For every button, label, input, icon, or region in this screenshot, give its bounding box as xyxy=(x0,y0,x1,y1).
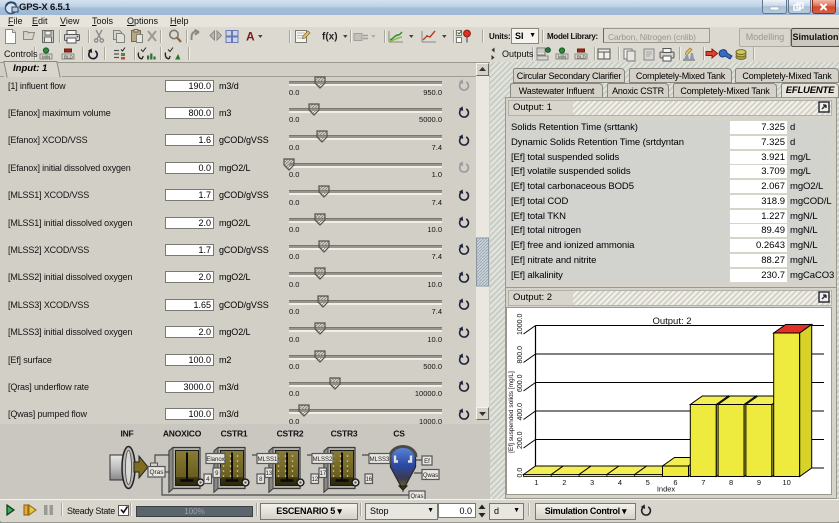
svg-text:400.0: 400.0 xyxy=(517,403,524,421)
svg-text:Ef: Ef xyxy=(424,459,430,465)
svg-text:200.0: 200.0 xyxy=(517,431,524,449)
svg-text:MLSS1: MLSS1 xyxy=(258,457,278,463)
svg-text:BLD: BLD xyxy=(64,55,74,60)
svg-text:4: 4 xyxy=(618,478,622,487)
svg-text:600.0: 600.0 xyxy=(517,374,524,392)
svg-text:1: 1 xyxy=(534,478,538,487)
svg-text:12: 12 xyxy=(311,477,318,483)
svg-text:MLSS3: MLSS3 xyxy=(370,457,390,463)
svg-text:Qras: Qras xyxy=(149,469,164,476)
svg-text:CSTR3: CSTR3 xyxy=(331,429,358,439)
svg-text:10: 10 xyxy=(783,478,791,487)
svg-text:MIN: MIN xyxy=(558,55,566,60)
svg-text:[Ef] suspended solids [mg/L]: [Ef] suspended solids [mg/L] xyxy=(508,371,515,453)
svg-text:MLSS2: MLSS2 xyxy=(313,457,333,463)
svg-text:BLD: BLD xyxy=(577,55,587,60)
svg-text:f(x): f(x) xyxy=(322,32,338,43)
svg-text:0.0: 0.0 xyxy=(517,468,524,478)
svg-text:9: 9 xyxy=(757,478,761,487)
svg-text:13: 13 xyxy=(265,471,272,477)
svg-text:7: 7 xyxy=(701,478,705,487)
svg-text:INF: INF xyxy=(120,429,133,439)
svg-text:Qwas: Qwas xyxy=(423,473,438,479)
svg-text:3: 3 xyxy=(590,478,594,487)
svg-text:16: 16 xyxy=(365,477,372,483)
svg-text:MIN: MIN xyxy=(42,55,50,60)
svg-text:ANOXICO: ANOXICO xyxy=(163,429,202,439)
svg-text:CS: CS xyxy=(393,429,405,439)
svg-text:5: 5 xyxy=(646,478,650,487)
svg-text:800.0: 800.0 xyxy=(517,346,524,364)
svg-text:8: 8 xyxy=(729,478,733,487)
svg-text:Elanox: Elanox xyxy=(206,457,224,463)
svg-text:A: A xyxy=(246,30,255,44)
svg-text:17: 17 xyxy=(319,471,326,477)
svg-text:2: 2 xyxy=(562,478,566,487)
svg-text:CSTR1: CSTR1 xyxy=(221,429,248,439)
svg-text:Index: Index xyxy=(657,485,676,494)
svg-text:1000.0: 1000.0 xyxy=(517,313,524,335)
svg-text:CSTR2: CSTR2 xyxy=(277,429,304,439)
